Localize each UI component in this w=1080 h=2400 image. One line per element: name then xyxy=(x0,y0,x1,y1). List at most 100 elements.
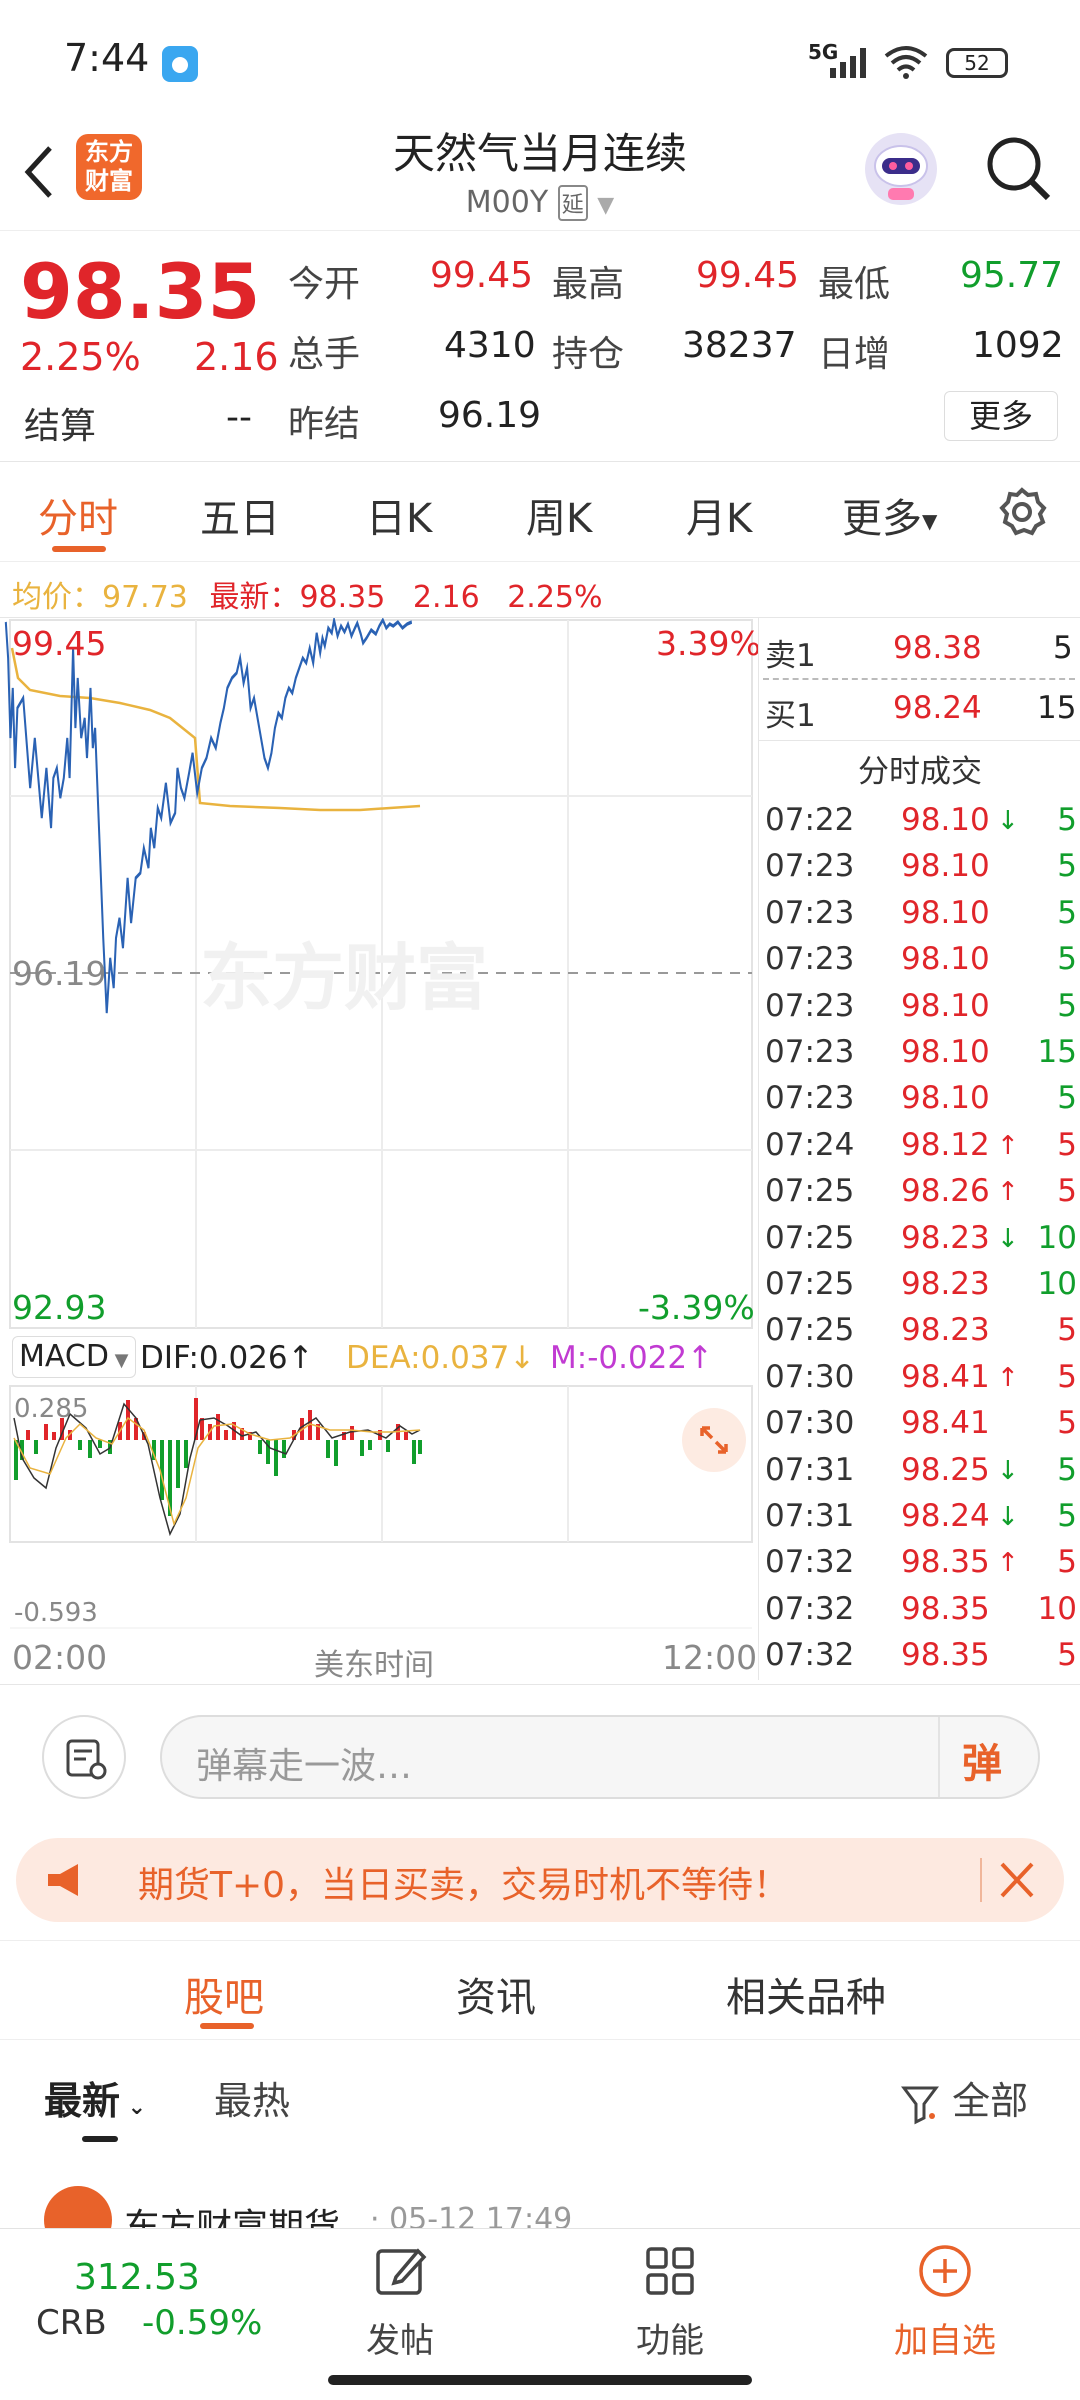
trade-volume: 5 xyxy=(1057,987,1077,1024)
tab-monthly-k[interactable]: 月K xyxy=(686,486,752,544)
trade-volume: 5 xyxy=(1057,1544,1077,1581)
sort-bar: 最新 ⌄ 最热 全部 xyxy=(0,2040,1080,2150)
macd-ymin: -0.593 xyxy=(14,1598,98,1628)
close-icon[interactable] xyxy=(992,1856,1042,1908)
tab-daily-k[interactable]: 日K xyxy=(366,486,432,544)
tab-weekly-k[interactable]: 周K xyxy=(526,486,592,544)
trade-direction-arrow: ↑ xyxy=(997,1130,1019,1161)
sell-1-volume: 5 xyxy=(1053,630,1073,666)
trade-direction-arrow: ↑ xyxy=(997,1362,1019,1393)
delay-badge: 延 xyxy=(557,185,588,221)
low-value: 95.77 xyxy=(960,255,1064,296)
function-label: 功能 xyxy=(636,2321,704,2361)
trade-time: 07:25 xyxy=(765,1312,855,1349)
trade-row: 07:23 98.10 5 xyxy=(759,895,1080,941)
sort-latest[interactable]: 最新 ⌄ xyxy=(44,2070,146,2125)
tab-related[interactable]: 相关品种 xyxy=(726,1965,886,2023)
battery-level: 52 xyxy=(964,51,990,75)
promo-text: 期货T+0，当日买卖，交易时机不等待！ xyxy=(138,1865,790,1906)
trade-time: 07:32 xyxy=(765,1637,855,1674)
cloud-app-icon xyxy=(162,46,198,82)
trade-price: 98.35 xyxy=(901,1590,990,1627)
trade-row: 07:23 98.10 5 xyxy=(759,848,1080,894)
trade-volume: 5 xyxy=(1057,1637,1077,1674)
avg-value: 97.73 xyxy=(102,580,188,615)
tab-news[interactable]: 资讯 xyxy=(456,1965,536,2023)
prev-settle-value: 96.19 xyxy=(438,395,542,436)
filter-label: 全部 xyxy=(952,2079,1029,2123)
macd-ymax: 0.285 xyxy=(14,1394,89,1424)
macd-selector-label: MACD xyxy=(19,1339,109,1374)
trade-price: 98.10 xyxy=(901,1034,990,1070)
volume-value: 4310 xyxy=(444,325,536,366)
trade-volume: 5 xyxy=(1057,1451,1077,1488)
status-bar: 7:44 5G 52 xyxy=(0,0,1080,120)
post-button[interactable]: 发帖 xyxy=(350,2241,450,2381)
chart-top-pct: 3.39% xyxy=(656,624,761,663)
settle-value: -- xyxy=(226,397,252,438)
danmu-input[interactable]: 弹幕走一波… 弹 xyxy=(160,1715,1040,1799)
robot-assistant-icon[interactable] xyxy=(862,130,940,212)
macd-selector[interactable]: MACD ▼ xyxy=(12,1336,136,1378)
tab-forum[interactable]: 股吧 xyxy=(184,1965,264,2023)
trade-volume: 10 xyxy=(1037,1266,1077,1302)
trade-volume: 5 xyxy=(1057,1173,1077,1210)
trade-time: 07:24 xyxy=(765,1126,855,1163)
chevron-down-icon: ⌄ xyxy=(120,2095,147,2120)
sell-1-price: 98.38 xyxy=(893,630,982,666)
chart-canvas: 东方财富 xyxy=(4,614,753,1629)
open-value: 99.45 xyxy=(430,255,534,296)
trade-volume: 5 xyxy=(1057,894,1077,931)
low-label: 最低 xyxy=(818,264,891,305)
daily-increase-value: 1092 xyxy=(972,325,1064,366)
filter-button[interactable]: 全部 xyxy=(900,2070,1028,2126)
index-value: 312.53 xyxy=(74,2257,200,2298)
trade-time: 07:23 xyxy=(765,987,855,1024)
change-percent: 2.25% xyxy=(20,335,141,379)
trade-row: 07:30 98.41 5 xyxy=(759,1405,1080,1451)
index-name: CRB xyxy=(36,2303,107,2343)
promo-banner[interactable]: 期货T+0，当日买卖，交易时机不等待！ xyxy=(16,1838,1064,1922)
plus-circle-icon xyxy=(919,2245,971,2297)
trade-row: 07:24 98.12 ↑ 5 xyxy=(759,1127,1080,1173)
trade-time: 07:30 xyxy=(765,1405,855,1442)
add-watchlist-button[interactable]: 加自选 xyxy=(880,2241,1010,2381)
sort-hot[interactable]: 最热 xyxy=(214,2070,290,2125)
tab-more[interactable]: 更多▼ xyxy=(842,486,937,544)
trade-direction-arrow: ↑ xyxy=(997,1177,1019,1208)
settings-gear-icon[interactable] xyxy=(996,486,1048,542)
tab-five-day[interactable]: 五日 xyxy=(200,486,280,544)
x-axis-start: 02:00 xyxy=(12,1638,108,1677)
trade-row: 07:25 98.26 ↑ 5 xyxy=(759,1173,1080,1219)
content-tabs: 股吧 资讯 相关品种 xyxy=(0,1940,1080,2040)
signal-icon xyxy=(826,46,876,82)
chart-bottom-pct: -3.39% xyxy=(638,1288,755,1327)
danmu-settings-icon[interactable] xyxy=(42,1715,126,1799)
last-price: 98.35 xyxy=(20,247,261,336)
open-interest-label: 持仓 xyxy=(552,334,625,375)
home-indicator xyxy=(328,2375,752,2385)
latest-value: 98.35 xyxy=(299,580,386,615)
expand-icon[interactable] xyxy=(682,1408,746,1472)
function-button[interactable]: 功能 xyxy=(620,2241,720,2381)
chart-watermark: 东方财富 xyxy=(200,939,488,1019)
more-button[interactable]: 更多 xyxy=(944,391,1058,441)
post-preview[interactable]: 东方财富期货 · 05-12 17:49 xyxy=(0,2150,1080,2230)
index-widget[interactable]: 312.53 CRB -0.59% xyxy=(36,2257,276,2377)
danmu-send-button[interactable]: 弹 xyxy=(962,1731,1002,1789)
search-icon[interactable] xyxy=(984,134,1054,208)
tab-intraday[interactable]: 分时 xyxy=(38,486,118,544)
trade-price: 98.35 xyxy=(901,1544,990,1581)
high-label: 最高 xyxy=(552,264,625,305)
sell-1-label: 卖1 xyxy=(765,638,816,674)
trade-row: 07:23 98.10 15 xyxy=(759,1034,1080,1080)
trade-direction-arrow: ↓ xyxy=(997,1455,1019,1486)
trade-time: 07:23 xyxy=(765,848,855,885)
post-time: · 05-12 17:49 xyxy=(370,2202,573,2230)
danmu-bar: 弹幕走一波… 弹 xyxy=(0,1684,1080,1814)
post-label: 发帖 xyxy=(366,2321,434,2361)
avg-label: 均价： xyxy=(12,580,102,615)
trade-volume: 5 xyxy=(1057,1126,1077,1163)
intraday-chart[interactable]: 东方财富 99.45 3.39% 96.19 92.93 -3.39% MACD… xyxy=(0,614,761,1683)
author-avatar xyxy=(44,2186,112,2230)
